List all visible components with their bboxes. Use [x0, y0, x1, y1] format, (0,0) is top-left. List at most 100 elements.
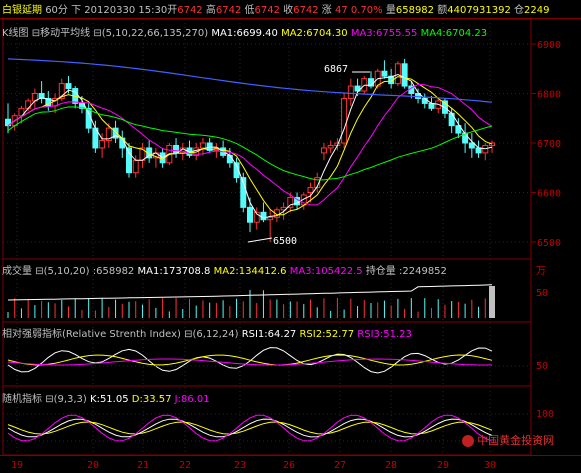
vol-ma3: MA3:105422.5	[289, 266, 363, 277]
date-tick-label: 30	[484, 460, 496, 471]
candle-body	[267, 216, 274, 221]
candle-body	[381, 70, 388, 77]
quote-date: 20120330	[84, 5, 136, 16]
change-value: 47	[334, 5, 348, 16]
date-tick-label: 27	[334, 460, 346, 471]
annotation-low-leader	[247, 237, 273, 243]
date-tick-label: 29	[437, 460, 449, 471]
candle-body	[132, 159, 139, 174]
watermark-text: 中国黄金投资网	[477, 434, 555, 447]
kdj-tick-100: 100	[536, 409, 555, 420]
volume-tick-50: 50	[536, 288, 549, 299]
date-tick-label: 28	[385, 460, 397, 471]
kline-title[interactable]: K线图	[2, 28, 29, 39]
candle-body	[226, 154, 233, 164]
ma3-line	[7, 83, 493, 206]
ma2-value: MA2:6704.30	[281, 28, 348, 39]
candle-body	[25, 100, 32, 109]
rsi-tick-50: 50	[536, 361, 549, 372]
kdj-j-value: J:86.01	[174, 394, 210, 405]
direction-label: 下	[71, 5, 82, 16]
price-tick-label: 6500	[537, 238, 561, 249]
rsi-legend: 相对强弱指标(Relative Strenth Index) ⊟(6,12,24…	[2, 325, 412, 340]
candle-body	[307, 187, 314, 194]
candle-body	[126, 147, 132, 174]
price-tick-label: 6800	[537, 90, 561, 101]
change-label: 涨	[321, 5, 332, 16]
volume-title[interactable]: 成交量	[2, 266, 32, 277]
rsi-title[interactable]: 相对强弱指标(Relative Strenth Index)	[2, 329, 181, 340]
price-tick-label: 6900	[537, 40, 561, 51]
ma3-value: MA3:6755.55	[350, 28, 418, 39]
candle-body	[287, 196, 294, 208]
kdj-legend: 随机指标 ⊟(9,3,3) K:51.05 D:33.57 J:86.01	[2, 390, 210, 405]
high-value: 6742	[215, 5, 242, 16]
rsi2-line	[7, 354, 493, 366]
candle-body	[65, 83, 72, 90]
vol-ma2: MA2:134412.6	[213, 266, 287, 277]
volume-label: 量	[385, 5, 396, 16]
kdj-toggle-icon[interactable]: ⊟	[45, 394, 53, 405]
rsi-toggle-icon[interactable]: ⊟	[184, 329, 192, 340]
ma-toggle-icon[interactable]: ⊟	[32, 28, 40, 39]
ma-label[interactable]: 移动平均线	[40, 28, 90, 39]
date-tick-label: 19	[11, 460, 23, 471]
candle-body	[401, 63, 408, 87]
annotation-low: 6500	[273, 236, 298, 247]
volume-unit: 万	[536, 266, 546, 277]
ma1-value: MA1:6699.40	[211, 28, 278, 39]
date-tick-label: 21	[137, 460, 149, 471]
volume-params: (5,10,20)	[43, 266, 90, 277]
open-label: 开	[167, 5, 178, 16]
candle-body	[99, 140, 106, 149]
date-tick-label: 20	[87, 460, 99, 471]
candle-body	[394, 63, 401, 85]
hold-value: :2249852	[399, 266, 447, 277]
candle-body	[347, 85, 354, 99]
amount-value: 4407931392	[447, 5, 511, 16]
candle-body	[341, 97, 348, 144]
watermark-icon	[462, 435, 474, 447]
rsi-params: (6,12,24)	[192, 329, 239, 340]
volume-scroll-bar	[489, 286, 495, 318]
kdj-title[interactable]: 随机指标	[2, 394, 42, 405]
rsi2-value: RSI2:52.77	[299, 329, 355, 340]
period-label[interactable]: 60分	[45, 5, 68, 16]
kdj-d-value: D:33.57	[131, 394, 172, 405]
amount-label: 额	[437, 5, 448, 16]
date-tick-label: 22	[179, 460, 191, 471]
candle-body	[173, 144, 180, 154]
low-value: 6742	[254, 5, 280, 16]
candle-body	[320, 147, 327, 154]
volume-value: 658982	[395, 5, 435, 16]
quote-header: 白银延期 60分 下 20120330 15:30开6742 高6742 低67…	[2, 1, 550, 16]
candle-body	[327, 144, 334, 149]
candle-body	[247, 206, 253, 223]
low-label: 低	[244, 5, 255, 16]
rsi1-value: RSI1:64.27	[241, 329, 297, 340]
hold-title: 持仓量	[365, 266, 396, 277]
symbol-name: 白银延期	[2, 5, 42, 16]
vol-ma1: MA1:173708.8	[137, 266, 211, 277]
candle-body	[260, 211, 267, 221]
high-label: 高	[205, 5, 216, 16]
volume-value: :658982	[92, 266, 135, 277]
kdj-k-line	[7, 418, 493, 438]
change-pct: 0.70%	[350, 5, 383, 16]
ma-params: (5,10,22,66,135,270)	[101, 28, 209, 39]
candle-body	[428, 102, 435, 109]
hold-label: 仓	[514, 5, 525, 16]
date-tick-label: 23	[234, 460, 246, 471]
volume-legend: 成交量 ⊟(5,10,20) :658982 MA1:173708.8 MA2:…	[2, 262, 447, 277]
watermark-logo: 中国黄金投资网	[462, 432, 554, 448]
rsi3-value: RSI3:51.23	[357, 329, 412, 340]
price-tick-label: 6600	[537, 189, 561, 200]
ma4-value: MA4:6704.23	[420, 28, 488, 39]
price-legend: K线图 ⊟移动平均线 ⊟(5,10,22,66,135,270) MA1:669…	[2, 24, 487, 39]
open-value: 6742	[177, 5, 203, 16]
price-tick-label: 6700	[537, 139, 561, 150]
volume-toggle-icon[interactable]: ⊟	[35, 266, 43, 277]
date-tick-label: 26	[283, 460, 295, 471]
ma-params-toggle-icon[interactable]: ⊟	[93, 28, 101, 39]
hold-value: 2249	[524, 5, 550, 16]
